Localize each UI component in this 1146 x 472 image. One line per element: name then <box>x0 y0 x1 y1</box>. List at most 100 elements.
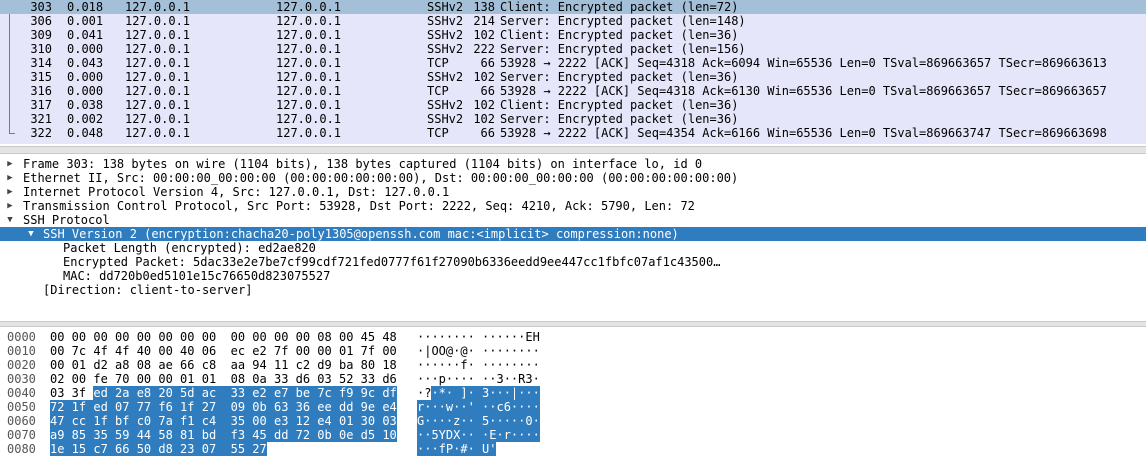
detail-row[interactable]: Packet Length (encrypted): ed2ae820 <box>0 241 1146 255</box>
hex-ascii[interactable]: ·|OO@·@· ········ <box>417 344 540 358</box>
detail-row[interactable]: [Direction: client-to-server] <box>0 283 1146 297</box>
packet-info: Server: Encrypted packet (len=148) <box>500 14 746 28</box>
hex-bytes[interactable]: a9 85 35 59 44 58 81 bd f3 45 dd 72 0b 0… <box>50 428 397 442</box>
hex-bytes[interactable]: 03 3f ed 2a e8 20 5d ac 33 e2 e7 be 7c f… <box>50 386 397 400</box>
hex-row: 0050 72 1f ed 07 77 f6 1f 27 09 0b 63 36 … <box>0 400 1146 414</box>
detail-row[interactable]: ▶ Transmission Control Protocol, Src Port… <box>0 199 1146 213</box>
packet-destination: 127.0.0.1 <box>276 14 342 28</box>
packet-info: Server: Encrypted packet (len=36) <box>500 112 739 126</box>
packet-protocol: TCP <box>427 126 449 140</box>
hex-bytes-highlight: 1e 15 c7 66 50 d8 23 07 55 27 <box>50 442 267 456</box>
packet-row[interactable]: 309 0.041 127.0.0.1 127.0.0.1 SSHv2 102 Client… <box>0 28 1146 42</box>
hex-bytes-highlight: 47 cc 1f bf c0 7a f1 c4 35 00 e3 12 e4 0… <box>50 414 397 428</box>
detail-row[interactable]: MAC: dd720b0ed5101e15c76650d823075527 <box>0 269 1146 283</box>
packet-row[interactable]: 314 0.043 127.0.0.1 127.0.0.1 TCP 66 53928 → 2… <box>0 56 1146 70</box>
packet-protocol: TCP <box>427 56 449 70</box>
packet-row[interactable]: 310 0.000 127.0.0.1 127.0.0.1 SSHv2 222 Server… <box>0 42 1146 56</box>
packet-row[interactable]: 303 0.018 127.0.0.1 127.0.0.1 SSHv2 138 Client… <box>0 0 1146 14</box>
packet-number: 317 <box>30 98 52 112</box>
hex-ascii[interactable]: ·?·*· ]· 3···|··· <box>417 386 540 400</box>
packet-list[interactable]: 303 0.018 127.0.0.1 127.0.0.1 SSHv2 138 Client… <box>0 0 1146 144</box>
hex-bytes[interactable]: 00 00 00 00 00 00 00 00 00 00 00 00 08 0… <box>50 330 397 344</box>
expand-arrow-right-icon[interactable]: ▶ <box>4 171 16 185</box>
packet-source: 127.0.0.1 <box>125 0 191 14</box>
hex-offset: 0000 <box>7 330 36 344</box>
hex-ascii[interactable]: ··5YDX·· ·E·r···· <box>417 428 540 442</box>
packet-info: Client: Encrypted packet (len=72) <box>500 0 739 14</box>
packet-source: 127.0.0.1 <box>125 42 191 56</box>
packet-row[interactable]: 306 0.001 127.0.0.1 127.0.0.1 SSHv2 214 Server… <box>0 14 1146 28</box>
packet-bytes-pane[interactable]: 0000 00 00 00 00 00 00 00 00 00 00 00 00 … <box>0 329 1146 472</box>
packet-source: 127.0.0.1 <box>125 14 191 28</box>
packet-source: 127.0.0.1 <box>125 112 191 126</box>
hex-bytes[interactable]: 47 cc 1f bf c0 7a f1 c4 35 00 e3 12 e4 0… <box>50 414 397 428</box>
expand-arrow-down-icon[interactable]: ▼ <box>25 227 37 241</box>
packet-number: 316 <box>30 84 52 98</box>
detail-row[interactable]: ▶ Ethernet II, Src: 00:00:00_00:00:00 (00… <box>0 171 1146 185</box>
hex-bytes-highlight: 72 1f ed 07 77 f6 1f 27 09 0b 63 36 ee d… <box>50 400 397 414</box>
expand-arrow-down-icon[interactable]: ▼ <box>4 213 16 227</box>
hex-bytes[interactable]: 00 7c 4f 4f 40 00 40 06 ec e2 7f 00 00 0… <box>50 344 397 358</box>
detail-row[interactable]: ▶ Internet Protocol Version 4, Src: 127.0… <box>0 185 1146 199</box>
hex-bytes-highlight: a9 85 35 59 44 58 81 bd f3 45 dd 72 0b 0… <box>50 428 397 442</box>
packet-length: 222 <box>473 42 495 56</box>
hex-row: 0030 02 00 fe 70 00 00 01 01 08 0a 33 d6 … <box>0 372 1146 386</box>
hex-bytes[interactable]: 02 00 fe 70 00 00 01 01 08 0a 33 d6 03 5… <box>50 372 397 386</box>
detail-text: MAC: dd720b0ed5101e15c76650d823075527 <box>63 269 331 283</box>
pane-splitter-top[interactable] <box>0 146 1146 154</box>
packet-row[interactable]: 321 0.002 127.0.0.1 127.0.0.1 SSHv2 102 Server… <box>0 112 1146 126</box>
packet-info: 53928 → 2222 [ACK] Seq=4354 Ack=6166 Win… <box>500 126 1107 140</box>
hex-row: 0060 47 cc 1f bf c0 7a f1 c4 35 00 e3 12 … <box>0 414 1146 428</box>
packet-row[interactable]: 315 0.000 127.0.0.1 127.0.0.1 SSHv2 102 Server… <box>0 70 1146 84</box>
packet-length: 102 <box>473 98 495 112</box>
packet-number: 303 <box>30 0 52 14</box>
packet-source: 127.0.0.1 <box>125 98 191 112</box>
packet-destination: 127.0.0.1 <box>276 98 342 112</box>
packet-destination: 127.0.0.1 <box>276 28 342 42</box>
packet-info: 53928 → 2222 [ACK] Seq=4318 Ack=6094 Win… <box>500 56 1107 70</box>
packet-row[interactable]: 317 0.038 127.0.0.1 127.0.0.1 SSHv2 102 Client… <box>0 98 1146 112</box>
packet-time: 0.002 <box>67 112 104 126</box>
packet-time: 0.001 <box>67 14 104 28</box>
packet-destination: 127.0.0.1 <box>276 84 342 98</box>
packet-destination: 127.0.0.1 <box>276 42 342 56</box>
hex-row: 0010 00 7c 4f 4f 40 00 40 06 ec e2 7f 00 … <box>0 344 1146 358</box>
detail-row[interactable]: ▼ SSH Protocol <box>0 213 1146 227</box>
packet-destination: 127.0.0.1 <box>276 112 342 126</box>
packet-source: 127.0.0.1 <box>125 28 191 42</box>
hex-row: 0070 a9 85 35 59 44 58 81 bd f3 45 dd 72 … <box>0 428 1146 442</box>
packet-details-tree[interactable]: ▶ Frame 303: 138 bytes on wire (1104 bits… <box>0 156 1146 322</box>
hex-ascii[interactable]: G····z·· 5·····0· <box>417 414 540 428</box>
packet-row[interactable]: 316 0.000 127.0.0.1 127.0.0.1 TCP 66 53928 → 2… <box>0 84 1146 98</box>
packet-length: 214 <box>473 14 495 28</box>
packet-number: 321 <box>30 112 52 126</box>
packet-row[interactable]: 322 0.048 127.0.0.1 127.0.0.1 TCP 66 53928 → 2… <box>0 126 1146 140</box>
hex-ascii[interactable]: ···p···· ··3··R3· <box>417 372 540 386</box>
hex-bytes[interactable]: 00 01 d2 a8 08 ae 66 c8 aa 94 11 c2 d9 b… <box>50 358 397 372</box>
hex-ascii[interactable]: ···fP·#· U' <box>417 442 497 456</box>
packet-destination: 127.0.0.1 <box>276 56 342 70</box>
hex-ascii[interactable]: r···w··' ··c6···· <box>417 400 540 414</box>
packet-source: 127.0.0.1 <box>125 126 191 140</box>
pane-splitter-bottom[interactable] <box>0 321 1146 327</box>
expand-arrow-right-icon[interactable]: ▶ <box>4 199 16 213</box>
packet-destination: 127.0.0.1 <box>276 0 342 14</box>
detail-row[interactable]: ▼ SSH Version 2 (encryption:chacha20-poly… <box>0 227 1146 241</box>
packet-destination: 127.0.0.1 <box>276 126 342 140</box>
packet-source: 127.0.0.1 <box>125 56 191 70</box>
hex-ascii[interactable]: ········ ······EH <box>417 330 540 344</box>
detail-row[interactable]: Encrypted Packet: 5dac33e2e7be7cf99cdf72… <box>0 255 1146 269</box>
hex-bytes[interactable]: 72 1f ed 07 77 f6 1f 27 09 0b 63 36 ee d… <box>50 400 397 414</box>
expand-arrow-right-icon[interactable]: ▶ <box>4 185 16 199</box>
packet-time: 0.000 <box>67 42 104 56</box>
expand-arrow-right-icon[interactable]: ▶ <box>4 157 16 171</box>
packet-protocol: SSHv2 <box>427 14 464 28</box>
hex-offset: 0070 <box>7 428 36 442</box>
hex-bytes[interactable]: 1e 15 c7 66 50 d8 23 07 55 27 <box>50 442 267 456</box>
hex-ascii[interactable]: ······f· ········ <box>417 358 540 372</box>
hex-ascii-highlight: ···fP·#· U' <box>417 442 497 456</box>
detail-text: Internet Protocol Version 4, Src: 127.0.… <box>23 185 450 199</box>
detail-row[interactable]: ▶ Frame 303: 138 bytes on wire (1104 bits… <box>0 157 1146 171</box>
detail-text: Encrypted Packet: 5dac33e2e7be7cf99cdf72… <box>63 255 721 269</box>
detail-text: Transmission Control Protocol, Src Port:… <box>23 199 695 213</box>
